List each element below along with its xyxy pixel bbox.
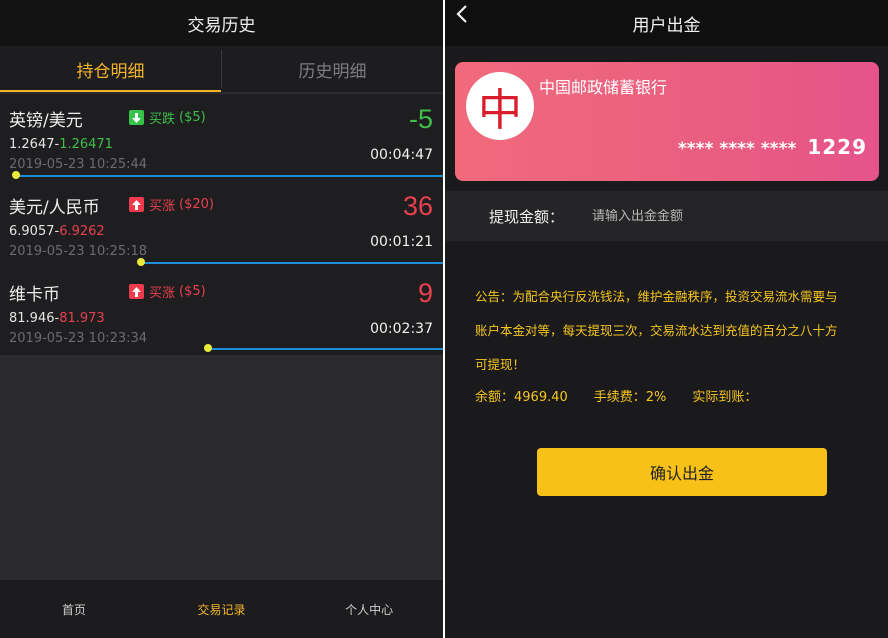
- bank-logo-icon: 中: [466, 72, 534, 140]
- opened-at: 2019-05-23 10:25:18: [9, 244, 148, 259]
- direction-label: 买跌: [149, 112, 176, 127]
- withdraw-amount-label: 提现金额：: [489, 207, 565, 226]
- nav-trade-records[interactable]: 交易记录: [148, 601, 296, 618]
- arrow-down-icon: [129, 110, 144, 125]
- direction-badge: 买涨 ($20): [129, 195, 214, 214]
- notice-line: 账户本金对等，每天提现三次，交易流水达到充值的百分之八十方: [475, 323, 838, 338]
- page-title: 交易历史: [187, 15, 256, 36]
- tab-history[interactable]: 历史明细: [222, 46, 443, 92]
- position-row[interactable]: 美元/人民币 买涨 ($20) 6.9057-6.9262 2019-05-23…: [0, 181, 443, 268]
- progress-dot: [137, 258, 145, 266]
- arrow-up-icon: [129, 284, 144, 299]
- balance: 余额：4969.40: [475, 390, 568, 405]
- progress-dot: [204, 344, 212, 352]
- chevron-left-icon[interactable]: [455, 4, 469, 30]
- pair-name: 英镑/美元: [9, 111, 83, 131]
- current-price: 6.9262: [59, 224, 105, 239]
- open-price: 1.2647-: [9, 137, 60, 152]
- price-range: 1.2647-1.26471: [9, 137, 113, 152]
- bank-logo-char: 中: [478, 85, 522, 136]
- notice-line: 公告：为配合央行反洗钱法，维护金融秩序，投资交易流水需要与: [475, 289, 838, 304]
- stake-amount: ($5): [179, 284, 206, 299]
- pnl-value: 9: [417, 278, 433, 308]
- bank-card[interactable]: 中 中国邮政储蓄银行 **** **** **** 1229: [455, 62, 879, 181]
- page-header: 交易历史: [0, 0, 443, 46]
- actual-amount: 实际到账：: [692, 390, 758, 405]
- fee: 手续费：2%: [593, 390, 667, 405]
- position-row[interactable]: 英镑/美元 买跌 ($5) 1.2647-1.26471 2019-05-23 …: [0, 94, 443, 181]
- current-price: 1.26471: [59, 137, 113, 152]
- open-price: 6.9057-: [9, 224, 60, 239]
- pnl-value: -5: [408, 104, 433, 134]
- confirm-withdraw-button[interactable]: 确认出金: [537, 448, 827, 496]
- nav-profile[interactable]: 个人中心: [295, 601, 443, 618]
- page-header: 用户出金: [445, 0, 888, 46]
- withdraw-stats: 余额：4969.40 手续费：2% 实际到账：: [475, 386, 783, 405]
- stake-amount: ($5): [179, 110, 206, 125]
- pair-name: 维卡币: [9, 285, 60, 305]
- trade-history-screen: 交易历史 持仓明细 历史明细 英镑/美元 买跌 ($5) 1.2647-1.26…: [0, 0, 443, 638]
- card-last4: 1229: [807, 135, 867, 159]
- pnl-value: 36: [402, 191, 433, 221]
- tab-bar: 持仓明细 历史明细: [0, 46, 443, 92]
- nav-home[interactable]: 首页: [0, 601, 148, 618]
- open-price: 81.946-: [9, 311, 60, 326]
- opened-at: 2019-05-23 10:23:34: [9, 331, 148, 346]
- remaining-time: 00:02:37: [370, 321, 433, 337]
- bank-name: 中国邮政储蓄银行: [539, 78, 668, 97]
- progress-track: [208, 348, 443, 350]
- withdraw-amount-row: 提现金额：: [445, 191, 888, 241]
- arrow-up-icon: [129, 197, 144, 212]
- card-mask: **** **** ****: [677, 139, 797, 159]
- remaining-time: 00:04:47: [370, 147, 433, 163]
- stake-amount: ($20): [179, 197, 214, 212]
- position-row[interactable]: 维卡币 买涨 ($5) 81.946-81.973 2019-05-23 10:…: [0, 268, 443, 355]
- opened-at: 2019-05-23 10:25:44: [9, 157, 148, 172]
- bottom-nav: 首页 交易记录 个人中心: [0, 580, 443, 638]
- card-number: **** **** **** 1229: [678, 135, 867, 159]
- direction-badge: 买跌 ($5): [129, 108, 206, 127]
- direction-badge: 买涨 ($5): [129, 282, 206, 301]
- page-title: 用户出金: [632, 15, 701, 36]
- progress-track: [141, 262, 443, 264]
- progress-dot: [12, 171, 20, 179]
- price-range: 81.946-81.973: [9, 311, 105, 326]
- withdraw-amount-input[interactable]: [592, 208, 843, 224]
- progress-track: [16, 175, 443, 177]
- price-range: 6.9057-6.9262: [9, 224, 105, 239]
- current-price: 81.973: [59, 311, 105, 326]
- remaining-time: 00:01:21: [370, 234, 433, 250]
- tab-holdings[interactable]: 持仓明细: [0, 46, 221, 92]
- pair-name: 美元/人民币: [9, 198, 100, 218]
- direction-label: 买涨: [149, 286, 176, 301]
- notice-text: 公告：为配合央行反洗钱法，维护金融秩序，投资交易流水需要与 账户本金对等，每天提…: [475, 280, 887, 382]
- direction-label: 买涨: [149, 199, 176, 214]
- withdraw-screen: 用户出金 中 中国邮政储蓄银行 **** **** **** 1229 提现金额…: [445, 0, 888, 638]
- notice-line: 可提现！: [475, 357, 526, 372]
